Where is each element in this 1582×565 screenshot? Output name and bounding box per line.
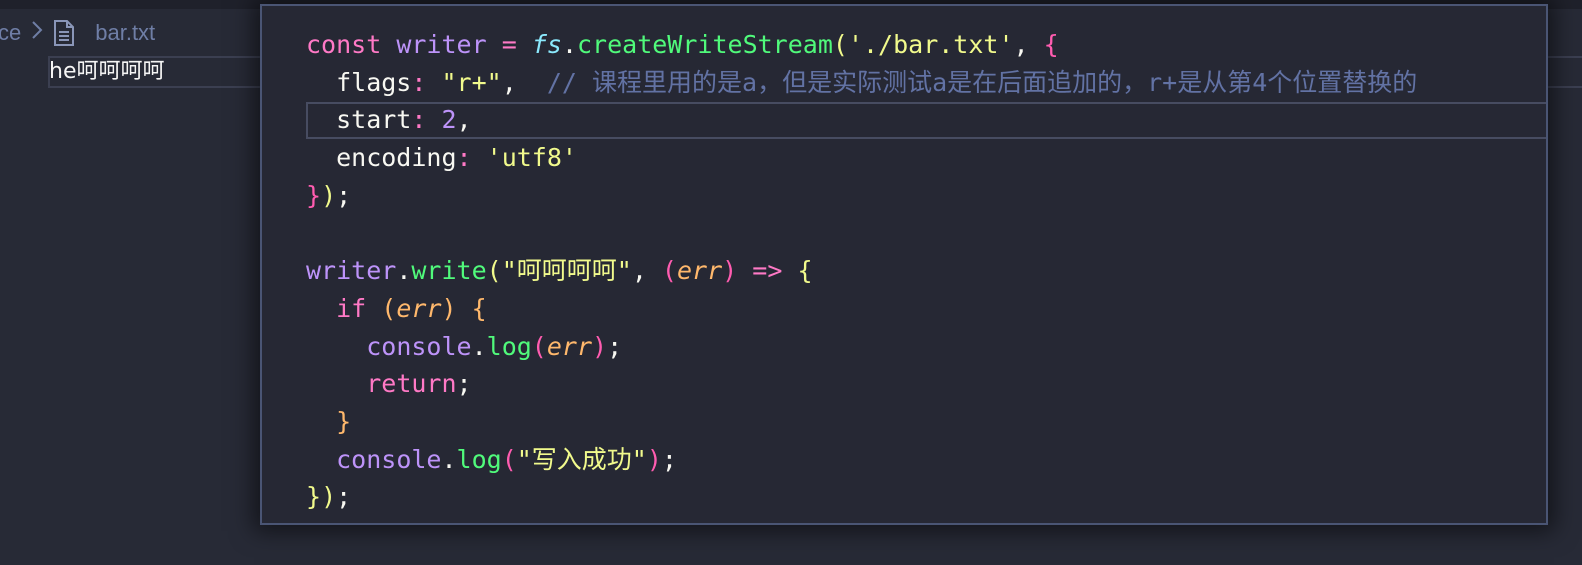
code-token: log <box>456 444 502 474</box>
code-token: "呵呵呵呵" <box>501 256 632 286</box>
code-token: return <box>366 369 457 399</box>
code-token: err <box>676 256 723 286</box>
code-token: ) <box>321 482 337 512</box>
code-token: err <box>546 331 593 361</box>
breadcrumb-item-file[interactable]: bar.txt <box>95 20 155 46</box>
file-content-line[interactable]: he呵呵呵呵 <box>49 58 164 86</box>
code-token: . <box>396 256 412 286</box>
code-token: ) <box>722 256 738 286</box>
code-token: ( <box>486 256 502 286</box>
code-token: ( <box>531 331 547 361</box>
code-line[interactable]: }); <box>306 177 1417 215</box>
code-token: ( <box>661 256 677 286</box>
code-token: = <box>501 30 517 59</box>
code-token: fs <box>531 30 562 59</box>
code-token: writer <box>396 30 487 59</box>
code-token: => <box>752 256 783 286</box>
code-token: ( <box>501 444 517 474</box>
code-token: if <box>336 293 367 323</box>
code-block[interactable]: const writer = fs.createWriteStream('./b… <box>306 26 1417 516</box>
code-token: ; <box>336 482 352 512</box>
code-line[interactable]: writer.write("呵呵呵呵", (err) => { <box>306 252 1417 290</box>
breadcrumb: ce bar.txt <box>0 18 155 48</box>
code-token: "r+" <box>441 67 502 97</box>
code-line[interactable]: const writer = fs.createWriteStream('./b… <box>306 26 1417 64</box>
code-token: log <box>486 331 532 361</box>
code-token: ) <box>592 331 608 361</box>
code-token: ; <box>607 331 623 361</box>
code-token: flags <box>306 67 412 97</box>
code-line[interactable]: console.log("写入成功"); <box>306 441 1417 479</box>
code-line[interactable]: flags: "r+", // 课程里用的是a，但是实际测试a是在后面追加的，r… <box>306 64 1417 102</box>
code-token: ; <box>661 444 677 474</box>
code-line[interactable]: console.log(err); <box>306 328 1417 366</box>
code-token: ( <box>381 293 397 323</box>
definition-peek-panel[interactable]: const writer = fs.createWriteStream('./b… <box>260 4 1548 525</box>
code-line[interactable]: start: 2, <box>306 101 1417 139</box>
code-token: } <box>336 406 352 436</box>
code-token: : <box>411 67 427 97</box>
code-token: "写入成功" <box>516 444 647 474</box>
code-line[interactable]: encoding: 'utf8' <box>306 139 1417 177</box>
code-token: : <box>411 105 427 135</box>
code-token: . <box>561 30 577 59</box>
code-token: './bar.txt' <box>847 30 1014 59</box>
code-token: , <box>631 256 662 286</box>
code-token: ) <box>646 444 662 474</box>
code-token: : <box>456 143 472 173</box>
file-text-icon <box>53 20 75 46</box>
code-token: 'utf8' <box>486 143 577 173</box>
code-token: } <box>306 482 322 512</box>
code-token: } <box>306 180 322 210</box>
code-token: write <box>411 256 487 286</box>
code-token: 2 <box>441 105 457 135</box>
code-line[interactable]: } <box>306 403 1417 441</box>
code-token: { <box>1043 30 1059 59</box>
code-line[interactable] <box>306 214 1417 252</box>
code-token: ) <box>321 180 337 210</box>
code-token: ; <box>456 369 472 399</box>
code-line[interactable]: }); <box>306 478 1417 516</box>
chevron-right-icon <box>31 20 43 46</box>
code-line[interactable]: if (err) { <box>306 290 1417 328</box>
code-token: . <box>441 444 457 474</box>
code-token: ) <box>441 293 457 323</box>
code-token: , <box>1013 30 1044 59</box>
code-token: { <box>797 256 813 286</box>
code-token: encoding <box>306 143 457 173</box>
code-token: createWriteStream <box>577 30 833 59</box>
code-token: start <box>306 105 412 135</box>
breadcrumb-item-folder[interactable]: ce <box>0 20 21 46</box>
code-token: writer <box>306 256 397 286</box>
code-line[interactable]: return; <box>306 365 1417 403</box>
code-token: { <box>471 293 487 323</box>
code-token: // 课程里用的是a，但是实际测试a是在后面追加的，r+是从第4个位置替换的 <box>546 67 1418 97</box>
code-token: ( <box>832 30 848 59</box>
code-token: , <box>501 67 547 97</box>
code-token: console <box>336 444 442 474</box>
code-token: . <box>471 331 487 361</box>
code-token: const <box>306 30 382 59</box>
code-token: console <box>366 331 472 361</box>
code-token: , <box>456 105 472 135</box>
code-token: ; <box>336 180 352 210</box>
code-token: err <box>396 293 442 323</box>
